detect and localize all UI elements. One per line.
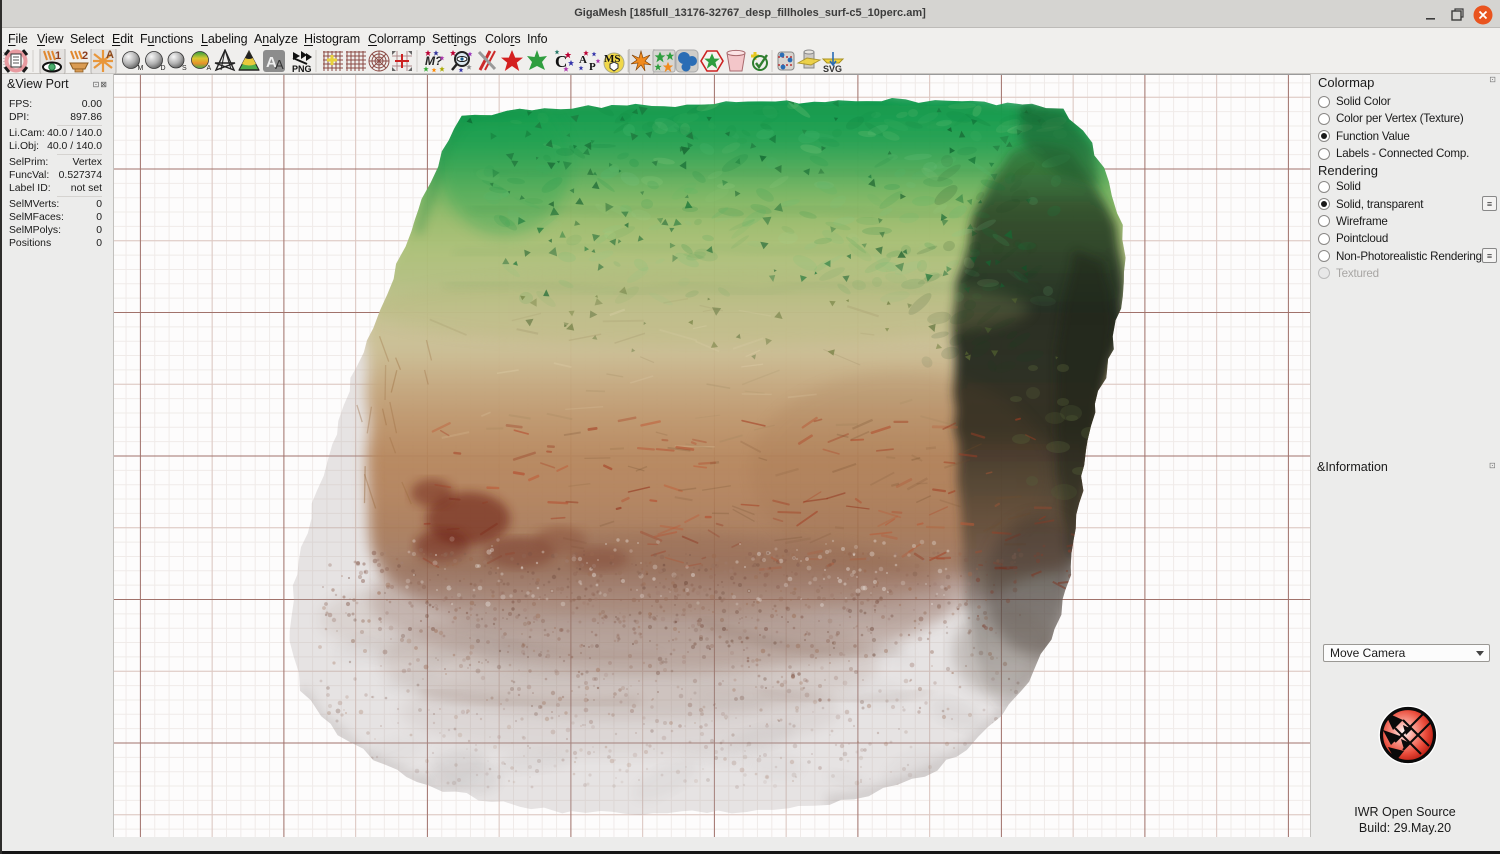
svg-text:A: A [106, 49, 114, 61]
svg-text:A: A [275, 57, 284, 72]
svg-text:M?: M? [425, 54, 443, 68]
svg-text:P: P [589, 61, 596, 73]
svg-text:PNG: PNG [292, 64, 312, 74]
svg-text:M: M [138, 65, 144, 72]
svg-text:A: A [579, 54, 587, 66]
svg-text:2: 2 [82, 50, 88, 62]
svg-text:A: A [207, 65, 212, 72]
svg-text:1: 1 [55, 50, 61, 62]
svg-text:D: D [161, 65, 166, 72]
svg-text:S: S [182, 65, 187, 72]
svg-text:SVG: SVG [823, 64, 842, 74]
